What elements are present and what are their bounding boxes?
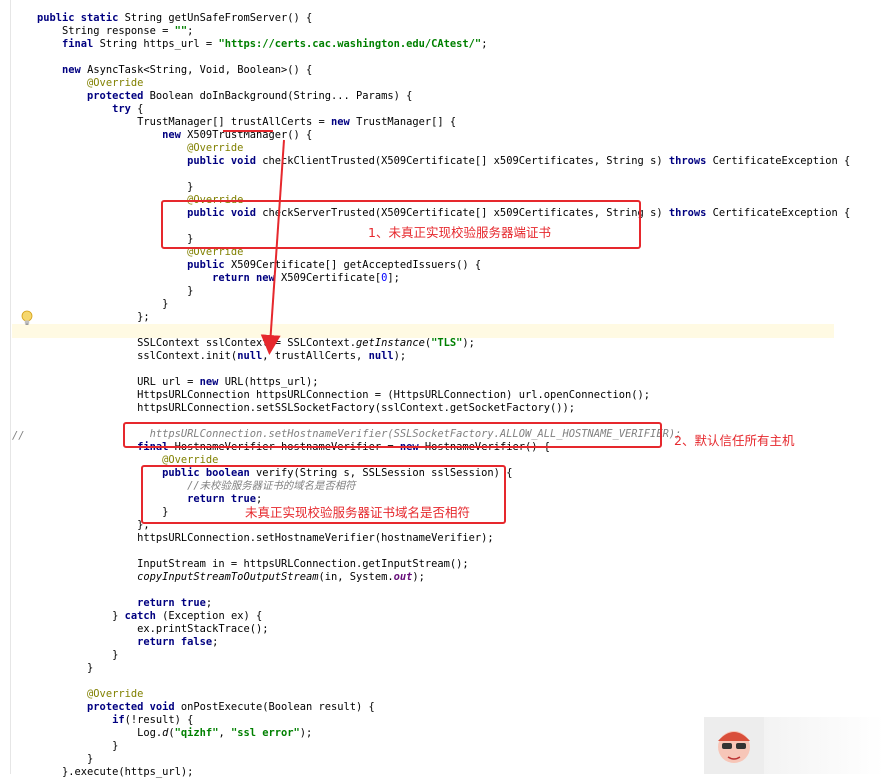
- callout-box-2: [123, 422, 662, 448]
- callout-label-1: 1、未真正实现校验服务器端证书: [368, 225, 551, 240]
- code-editor[interactable]: public static String getUnSafeFromServer…: [0, 0, 884, 778]
- arrow-icon: [260, 139, 285, 355]
- watermark-fade: [764, 717, 884, 774]
- watermark-avatar: [704, 717, 764, 774]
- callout-label-3: 未真正实现校验服务器证书域名是否相符: [245, 505, 471, 520]
- callout-label-2: 2、默认信任所有主机: [674, 433, 795, 448]
